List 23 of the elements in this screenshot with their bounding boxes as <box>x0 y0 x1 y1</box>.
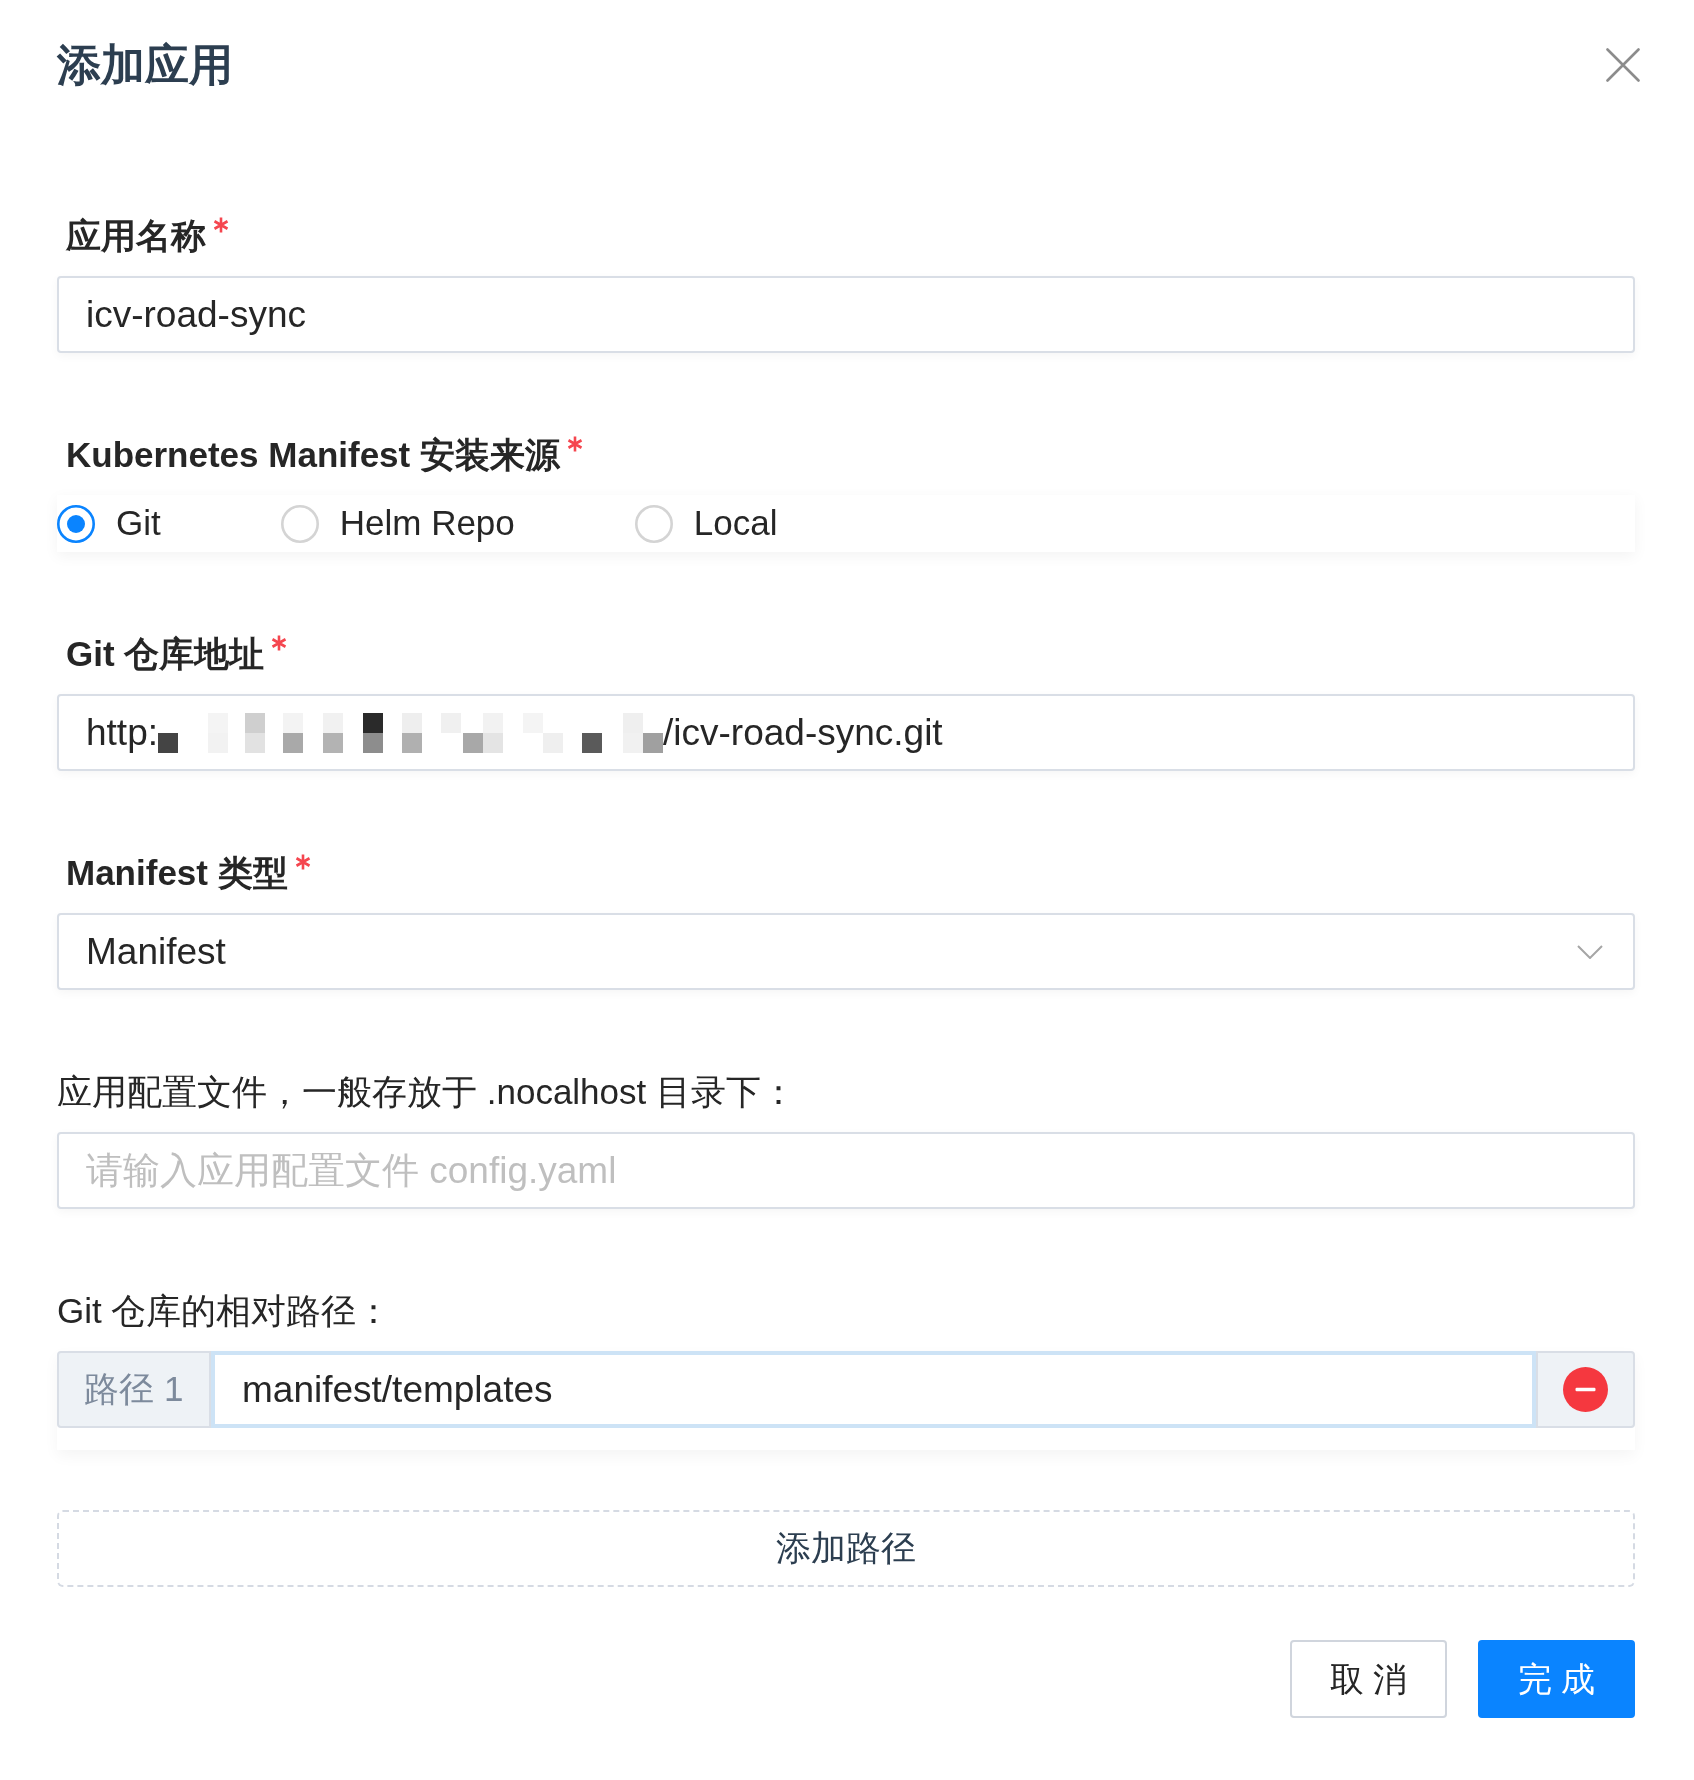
add-path-button[interactable]: 添加路径 <box>57 1510 1635 1587</box>
radio-option[interactable]: Local <box>634 497 778 550</box>
cancel-button[interactable]: 取 消 <box>1290 1640 1447 1718</box>
radio-option[interactable]: Helm Repo <box>280 497 515 550</box>
url-input[interactable]: http: /icv-road-sync.git <box>57 694 1635 771</box>
select-field[interactable]: Manifest <box>57 913 1635 990</box>
path-input[interactable]: manifest/templates <box>211 1351 1536 1428</box>
field-label: Manifest 类型 <box>66 851 288 894</box>
submit-button[interactable]: 完 成 <box>1478 1640 1635 1718</box>
dialog-title: 添加应用 <box>57 39 233 91</box>
radio-icon[interactable] <box>57 504 95 543</box>
field-label: Kubernetes Manifest 安装来源 <box>66 433 560 476</box>
field-label: Git 仓库地址 <box>66 632 265 675</box>
chevron-down-icon <box>1577 944 1603 959</box>
field-label: 应用名称 <box>66 214 206 257</box>
text-input[interactable]: icv-road-sync <box>57 276 1635 353</box>
field-label: 应用配置文件，一般存放于 .nocalhost 目录下： <box>57 1070 796 1113</box>
input-addon: 路径 1 <box>57 1351 211 1428</box>
text-input[interactable]: 请输入应用配置文件 config.yaml <box>57 1132 1635 1209</box>
radio-option[interactable]: Git <box>57 497 161 550</box>
close-icon[interactable] <box>1606 48 1640 82</box>
field-label: Git 仓库的相对路径： <box>57 1289 392 1332</box>
minus-circle-icon[interactable] <box>1563 1367 1608 1412</box>
